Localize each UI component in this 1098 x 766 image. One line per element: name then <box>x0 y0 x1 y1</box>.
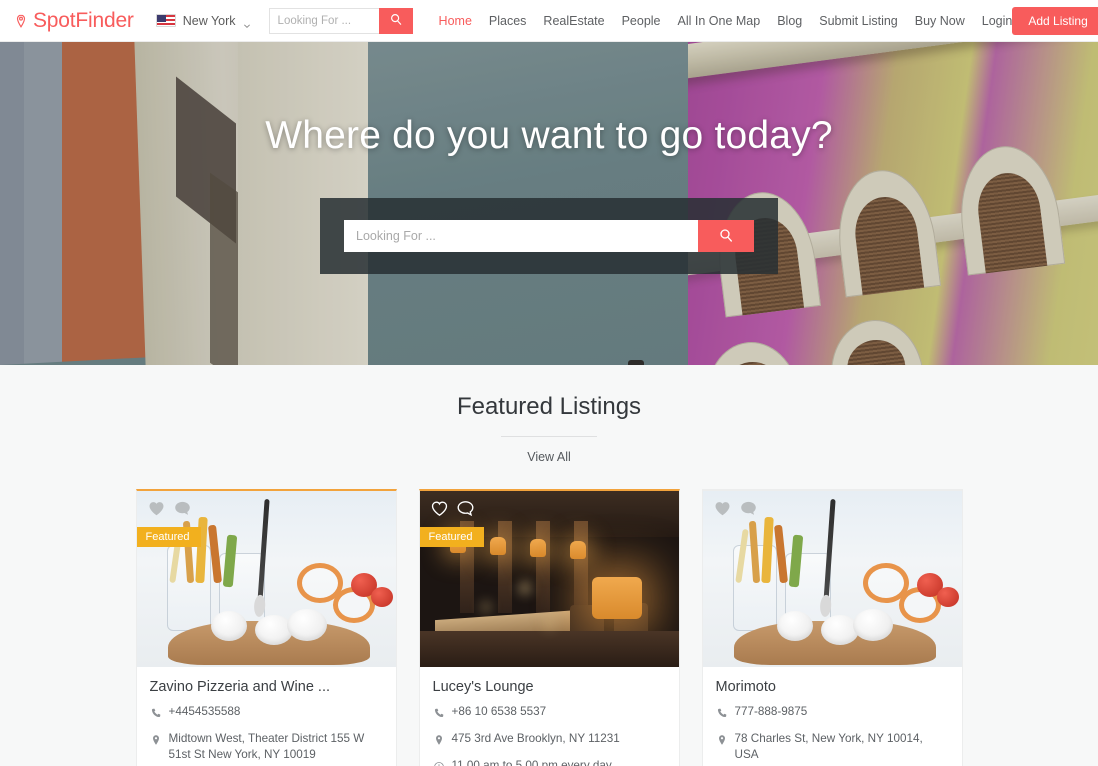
listing-hours: 11.00 am to 5.00 pm every day <box>451 759 612 766</box>
add-listing-button[interactable]: Add Listing <box>1012 6 1098 35</box>
map-pin-icon <box>14 14 28 28</box>
location-pin-icon <box>150 733 162 751</box>
heart-icon[interactable] <box>147 499 166 518</box>
nav-item-blog[interactable]: Blog <box>777 14 802 28</box>
media-action-icons <box>713 499 758 518</box>
nav-item-people[interactable]: People <box>622 14 661 28</box>
chevron-down-icon <box>243 17 251 28</box>
listing-address: 78 Charles St, New York, NY 10014, USA <box>734 732 923 761</box>
nav-item-home[interactable]: Home <box>439 14 472 28</box>
nav-item-buy-now[interactable]: Buy Now <box>915 14 965 28</box>
listing-address: Midtown West, Theater District 155 W 51s… <box>168 732 365 761</box>
nav-item-submit-listing[interactable]: Submit Listing <box>819 14 898 28</box>
location-pin-icon <box>433 733 445 751</box>
view-all-link[interactable]: View All <box>0 450 1098 464</box>
listing-image: Featured <box>419 491 679 667</box>
listing-address: 475 3rd Ave Brooklyn, NY 11231 <box>451 732 620 745</box>
heart-icon[interactable] <box>713 499 732 518</box>
us-flag-icon <box>155 14 176 27</box>
section-divider <box>501 436 597 437</box>
listing-card[interactable]: Morimoto 777-888-9875 78 Charles St, New… <box>701 489 963 766</box>
hero-title: Where do you want to go today? <box>265 114 833 157</box>
media-action-icons <box>430 499 475 518</box>
header-search-input[interactable] <box>268 7 379 34</box>
phone-icon <box>716 706 728 724</box>
brand-name: SpotFinder <box>33 8 134 32</box>
media-action-icons <box>147 499 192 518</box>
listing-title: Zavino Pizzeria and Wine ... <box>149 679 331 695</box>
hero-search-button[interactable] <box>698 220 754 252</box>
nav-item-login[interactable]: Login <box>982 14 1013 28</box>
search-icon <box>389 12 403 29</box>
listing-card[interactable]: Featured Lucey's Lounge +86 10 6538 5537 <box>418 489 680 766</box>
search-icon <box>718 227 734 246</box>
listing-hours-row: 11.00 am to 5.00 pm every day <box>433 758 666 766</box>
featured-badge: Featured <box>419 527 484 547</box>
listing-phone-row: +86 10 6538 5537 <box>433 704 666 724</box>
section-title: Featured Listings <box>456 393 642 420</box>
phone-icon <box>150 706 162 724</box>
comment-icon[interactable] <box>739 499 758 518</box>
listing-title: Morimoto <box>715 679 776 695</box>
listing-image: Featured <box>136 491 396 667</box>
locale-selector[interactable]: New York <box>155 13 251 28</box>
listing-phone-row: +4454535588 <box>150 704 383 724</box>
comment-icon[interactable] <box>456 499 475 518</box>
listing-title: Lucey's Lounge <box>432 679 534 695</box>
clock-icon <box>433 760 445 766</box>
comment-icon[interactable] <box>173 499 192 518</box>
main-nav: Home Places RealEstate People All In One… <box>439 14 1013 28</box>
nav-item-realestate[interactable]: RealEstate <box>543 14 604 28</box>
site-header: SpotFinder New York Home Places RealEsta… <box>0 0 1098 42</box>
listing-address-row: Midtown West, Theater District 155 W 51s… <box>150 731 383 763</box>
locale-label: New York <box>182 13 236 28</box>
listing-card-grid: Featured Zavino Pizzeria and Wine ... +4… <box>0 489 1098 766</box>
listing-phone: +4454535588 <box>168 705 241 718</box>
listing-image <box>702 491 962 667</box>
nav-item-all-in-one-map[interactable]: All In One Map <box>678 14 761 28</box>
hero-section: Where do you want to go today? <box>0 42 1098 365</box>
listing-address-row: 475 3rd Ave Brooklyn, NY 11231 <box>433 731 666 751</box>
heart-icon[interactable] <box>430 499 449 518</box>
listing-phone: +86 10 6538 5537 <box>451 705 547 718</box>
listing-address-row: 78 Charles St, New York, NY 10014, USA <box>716 731 949 763</box>
listing-phone-row: 777-888-9875 <box>716 704 949 724</box>
location-pin-icon <box>716 733 728 751</box>
phone-icon <box>433 706 445 724</box>
listing-card[interactable]: Featured Zavino Pizzeria and Wine ... +4… <box>135 489 397 766</box>
nav-item-places[interactable]: Places <box>489 14 527 28</box>
header-search-button[interactable] <box>378 7 413 34</box>
brand-logo[interactable]: SpotFinder <box>14 9 134 33</box>
hero-search-input[interactable] <box>344 220 698 252</box>
featured-listings-section: Featured Listings View All Featured Zavi… <box>0 365 1098 766</box>
listing-phone: 777-888-9875 <box>734 705 808 718</box>
hero-search-panel <box>320 198 778 274</box>
header-search <box>268 7 413 34</box>
featured-badge: Featured <box>136 527 201 547</box>
